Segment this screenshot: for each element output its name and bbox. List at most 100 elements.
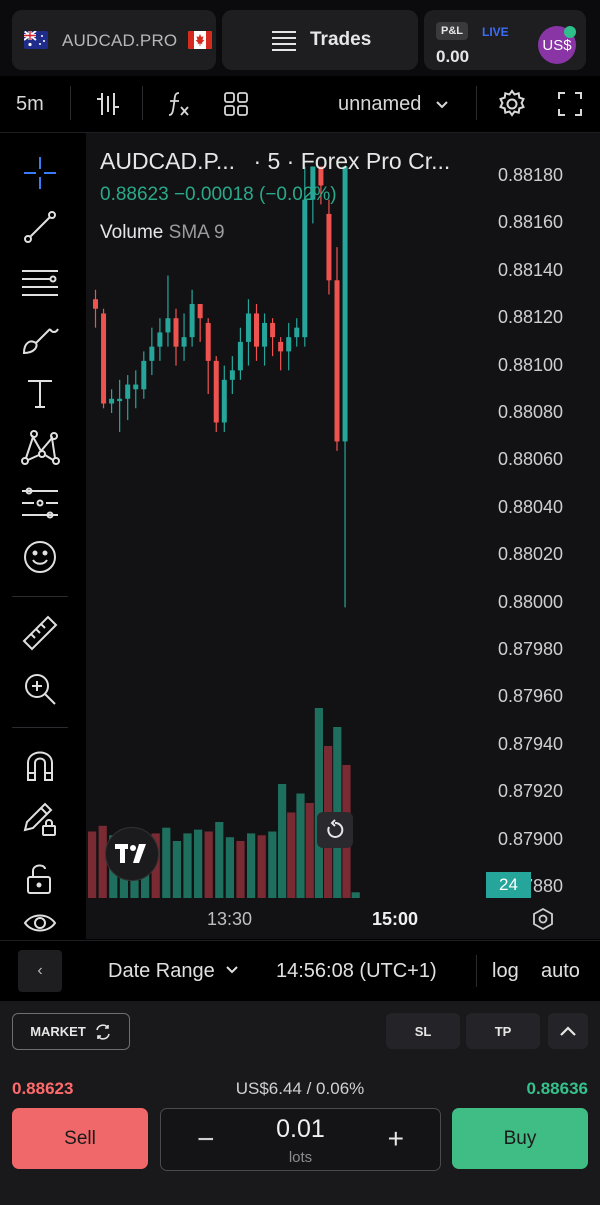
volume-bar — [236, 841, 245, 898]
y-tick-label: 0.87940 — [498, 733, 564, 754]
volume-bar — [172, 841, 181, 898]
fullscreen-icon[interactable] — [556, 76, 584, 132]
candle-body — [221, 379, 227, 423]
y-tick-label: 0.88120 — [498, 307, 564, 328]
chart-legend-title: AUDCAD.P... · 5 · Forex Pro Cr... — [100, 148, 450, 175]
y-tick-label: 0.88060 — [498, 449, 564, 470]
candle-body — [254, 313, 259, 347]
market-label: MARKET — [30, 1024, 86, 1039]
volume-bar — [162, 827, 171, 898]
y-tick-label: 0.88040 — [498, 496, 564, 517]
y-tick-label: 0.88000 — [498, 591, 564, 612]
candle-body — [165, 318, 171, 333]
divider — [12, 727, 68, 728]
x-tick-label: 13:30 — [207, 909, 253, 929]
axis-settings-icon[interactable] — [531, 907, 555, 936]
candle-body — [205, 322, 211, 361]
spread-info: US$6.44 / 0.06% — [235, 1079, 365, 1098]
candle-body — [101, 313, 107, 404]
y-tick-label: 0.88020 — [498, 544, 564, 565]
volume-bar — [278, 784, 287, 898]
emoji-icon[interactable] — [20, 537, 60, 577]
candle-body — [286, 337, 292, 352]
y-tick-label: 0.87960 — [498, 686, 564, 707]
candle-body — [302, 199, 308, 338]
collapse-chevron-left-icon[interactable]: ‹ — [18, 950, 62, 992]
layout-grid-icon[interactable] — [222, 76, 250, 132]
candle-body — [141, 360, 147, 390]
prediction-icon[interactable] — [20, 483, 60, 523]
sell-button[interactable]: Sell — [12, 1108, 148, 1169]
chevron-down-icon — [226, 966, 239, 974]
volume-label: Volume — [100, 222, 164, 243]
candle-body — [278, 341, 284, 352]
pencil-lock-icon[interactable] — [20, 799, 60, 839]
top-bar: AUDCAD.PRO Trades P&L LIVE 0.00 US$ — [0, 0, 600, 76]
layout-name-dropdown[interactable]: unnamed — [338, 76, 451, 132]
divider — [476, 955, 477, 987]
legend-symbol: AUDCAD.P... — [100, 148, 236, 174]
y-tick-label: 0.88100 — [498, 354, 564, 375]
trend-line-icon[interactable] — [20, 207, 60, 247]
candle-body — [125, 384, 131, 399]
divider — [70, 86, 71, 120]
buy-price: 0.88636 — [526, 1079, 588, 1098]
canada-flag-icon — [188, 31, 212, 49]
volume-bar — [314, 708, 323, 898]
trades-button[interactable]: Trades — [222, 10, 418, 70]
text-tool-icon[interactable] — [20, 373, 60, 413]
volume-bar — [204, 831, 213, 898]
candle-body — [109, 398, 115, 404]
avatar-text: US$ — [542, 36, 572, 54]
expand-chevron-up-icon[interactable] — [548, 1013, 588, 1049]
market-order-type-button[interactable]: MARKET — [12, 1013, 130, 1050]
reset-chart-icon[interactable] — [317, 812, 353, 848]
eye-icon[interactable] — [20, 909, 60, 937]
date-range-dropdown[interactable]: Date Range — [108, 960, 240, 983]
y-tick-label: 0.88160 — [498, 212, 564, 233]
chevron-down-icon — [436, 101, 449, 109]
indicators-icon[interactable] — [164, 76, 192, 132]
candle-body — [262, 322, 268, 347]
pnl-badge: P&L — [436, 22, 468, 40]
volume-bar — [351, 892, 360, 898]
candle-body — [93, 299, 98, 309]
pnl-panel[interactable]: P&L LIVE 0.00 US$ — [424, 10, 586, 70]
fib-lines-icon[interactable] — [20, 263, 60, 303]
log-scale-toggle[interactable]: log — [492, 960, 519, 983]
clock-timezone[interactable]: 14:56:08 (UTC+1) — [276, 960, 437, 983]
volume-bar — [296, 793, 305, 898]
magnet-icon[interactable] — [20, 745, 60, 785]
take-profit-button[interactable]: TP — [466, 1013, 540, 1049]
pattern-icon[interactable] — [20, 427, 60, 467]
volume-bar — [183, 833, 192, 898]
candle-body — [133, 384, 139, 390]
lock-icon[interactable] — [20, 859, 60, 899]
increase-lots-button[interactable]: + — [388, 1123, 404, 1155]
volume-bar — [247, 833, 256, 898]
brush-icon[interactable] — [20, 319, 60, 359]
stop-loss-button[interactable]: SL — [386, 1013, 460, 1049]
interval-button[interactable]: 5m — [16, 76, 44, 132]
crosshair-icon[interactable] — [20, 153, 60, 193]
tradingview-logo-icon[interactable] — [105, 827, 159, 881]
candle-type-icon[interactable] — [94, 76, 122, 132]
candle-body — [245, 313, 251, 342]
online-status-dot — [564, 26, 576, 38]
symbol-selector[interactable]: AUDCAD.PRO — [12, 10, 216, 70]
legend-volume: Volume SMA 9 — [100, 222, 225, 244]
auto-scale-toggle[interactable]: auto — [541, 960, 580, 983]
buy-button[interactable]: Buy — [452, 1108, 588, 1169]
australia-flag-icon — [24, 31, 48, 49]
volume-bar — [225, 837, 234, 898]
settings-gear-icon[interactable] — [496, 76, 528, 132]
volume-bar — [88, 831, 97, 898]
zoom-in-icon[interactable] — [20, 669, 60, 709]
candle-body — [229, 370, 235, 380]
candle-body — [294, 327, 300, 338]
volume-bar — [194, 829, 203, 898]
y-tick-label: 0.88080 — [498, 402, 564, 422]
candle-body — [181, 337, 187, 347]
divider — [476, 86, 477, 120]
ruler-icon[interactable] — [20, 613, 60, 653]
